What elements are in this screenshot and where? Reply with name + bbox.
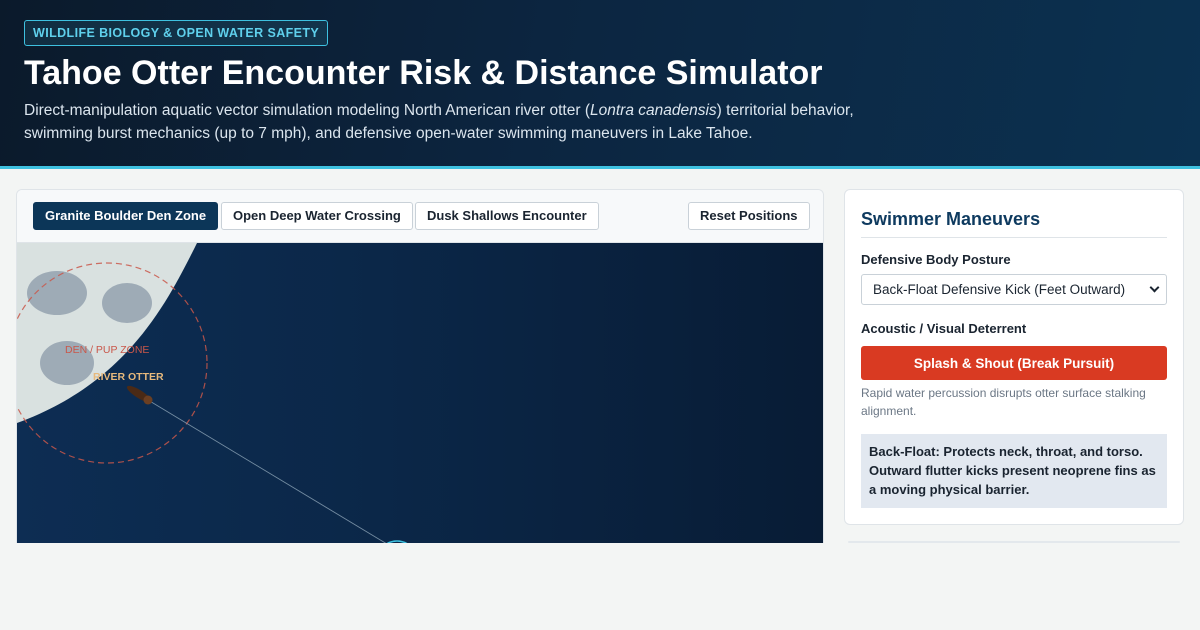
posture-label: Defensive Body Posture <box>861 252 1011 267</box>
posture-select-value: Back-Float Defensive Kick (Feet Outward) <box>873 282 1126 297</box>
hero-header: WILDLIFE BIOLOGY & OPEN WATER SAFETY Tah… <box>0 0 1200 169</box>
scenario-button-dusk-shallows[interactable]: Dusk Shallows Encounter <box>415 202 599 230</box>
distance-vector-line <box>147 399 387 543</box>
scenario-button-den-zone[interactable]: Granite Boulder Den Zone <box>33 202 219 230</box>
posture-select[interactable]: Back-Float Defensive Kick (Feet Outward) <box>861 274 1167 305</box>
otter-head <box>143 395 153 405</box>
divider <box>861 237 1167 238</box>
reset-positions-button[interactable]: Reset Positions <box>688 202 810 230</box>
deterrent-label: Acoustic / Visual Deterrent <box>861 321 1027 336</box>
posture-info-box: Back-Float: Protects neck, throat, and t… <box>861 434 1167 508</box>
chevron-down-icon <box>1149 282 1160 293</box>
category-badge: WILDLIFE BIOLOGY & OPEN WATER SAFETY <box>24 20 329 46</box>
description-text: Direct-manipulation aquatic vector simul… <box>24 102 590 119</box>
simulation-canvas[interactable]: DEN / PUP ZONE RIVER OTTER <box>17 243 823 543</box>
den-zone-label: DEN / PUP ZONE <box>65 344 149 356</box>
river-otter-marker[interactable] <box>125 383 153 405</box>
page-title: Tahoe Otter Encounter Risk & Distance Si… <box>24 54 823 92</box>
shoreline <box>17 243 197 423</box>
secondary-panel <box>848 541 1180 543</box>
simulation-svg: DEN / PUP ZONE RIVER OTTER <box>17 243 408 543</box>
splash-shout-button[interactable]: Splash & Shout (Break Pursuit) <box>861 346 1167 380</box>
swimmer-maneuvers-panel: Swimmer Maneuvers Defensive Body Posture… <box>844 189 1184 525</box>
simulation-card: Granite Boulder Den Zone Open Deep Water… <box>16 189 824 543</box>
otter-label: RIVER OTTER <box>93 371 164 383</box>
page-description: Direct-manipulation aquatic vector simul… <box>24 99 864 145</box>
scenario-toolbar: Granite Boulder Den Zone Open Deep Water… <box>17 190 823 243</box>
deterrent-help-text: Rapid water percussion disrupts otter su… <box>861 386 1146 418</box>
panel-title: Swimmer Maneuvers <box>861 209 1041 229</box>
scenario-button-deep-water[interactable]: Open Deep Water Crossing <box>221 202 413 230</box>
species-name: Lontra canadensis <box>590 102 717 119</box>
granite-boulder <box>102 283 152 323</box>
